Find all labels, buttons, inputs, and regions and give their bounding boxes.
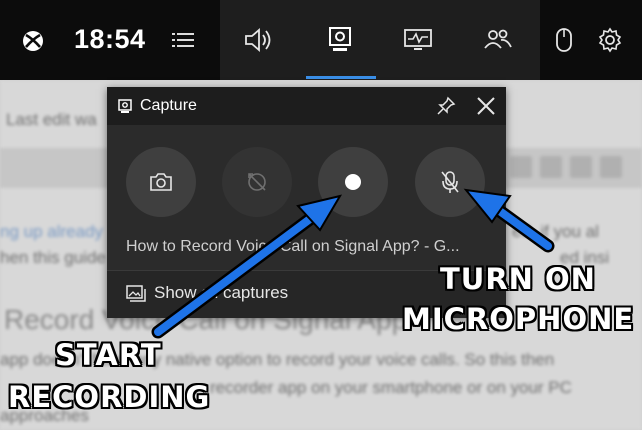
camera-icon	[150, 173, 172, 191]
close-icon[interactable]	[476, 96, 496, 116]
mouse-icon	[556, 28, 572, 52]
monitor-performance-icon	[404, 29, 432, 50]
gear-icon	[598, 27, 622, 53]
mouse-button[interactable]	[546, 22, 582, 58]
gallery-icon	[126, 285, 146, 302]
capture-panel-header[interactable]: Capture	[107, 87, 506, 125]
game-bar-widgets-segment	[220, 0, 540, 80]
start-recording-button[interactable]	[318, 147, 388, 217]
capture-widget-button[interactable]	[322, 22, 358, 58]
game-bar-home-segment: 18:54	[0, 0, 220, 80]
active-widget-indicator	[306, 76, 376, 79]
latest-capture-title[interactable]: How to Record Voice Call on Signal App? …	[126, 238, 488, 256]
pin-icon[interactable]	[436, 96, 456, 116]
background-text-line: ng up already	[0, 222, 104, 241]
start-label-line-2: RECORDING	[8, 380, 211, 414]
record-dot-icon	[345, 174, 361, 190]
record-last-30s-icon	[248, 173, 266, 191]
background-text-line: recorder app on your smartphone or on yo…	[210, 378, 572, 397]
xbox-logo-icon[interactable]	[22, 30, 44, 52]
microphone-toggle-button[interactable]	[415, 147, 485, 217]
background-text-line: hen this guide	[0, 248, 106, 267]
webcam-capture-icon	[118, 99, 132, 113]
microphone-off-icon	[441, 171, 459, 193]
background-ribbon-button	[570, 156, 592, 178]
background-ribbon-button	[510, 156, 532, 178]
audio-widget-button[interactable]	[240, 22, 276, 58]
settings-button[interactable]	[592, 22, 628, 58]
background-ribbon-button	[540, 156, 562, 178]
performance-widget-button[interactable]	[400, 22, 436, 58]
microphone-label-line-1: TURN ON	[440, 262, 596, 296]
speaker-icon	[245, 28, 271, 52]
webcam-capture-icon	[329, 27, 351, 51]
record-last-30s-button[interactable]	[222, 147, 292, 217]
menu-lines-icon[interactable]	[172, 31, 194, 49]
background-text-line: ed, if you al	[512, 222, 599, 241]
capture-panel-title: Capture	[140, 97, 197, 114]
start-label-line-1: START	[55, 338, 162, 372]
background-text-line: Last edit wa	[6, 110, 97, 129]
show-all-captures-label: Show all captures	[154, 283, 289, 302]
social-widget-button[interactable]	[480, 22, 516, 58]
clock: 18:54	[74, 24, 146, 54]
microphone-label-line-2: MICROPHONE	[402, 302, 635, 336]
screenshot-button[interactable]	[126, 147, 196, 217]
background-ribbon-button	[600, 156, 622, 178]
game-bar: 18:54	[0, 0, 642, 80]
game-bar-system-segment	[540, 0, 642, 80]
people-icon	[484, 29, 512, 49]
